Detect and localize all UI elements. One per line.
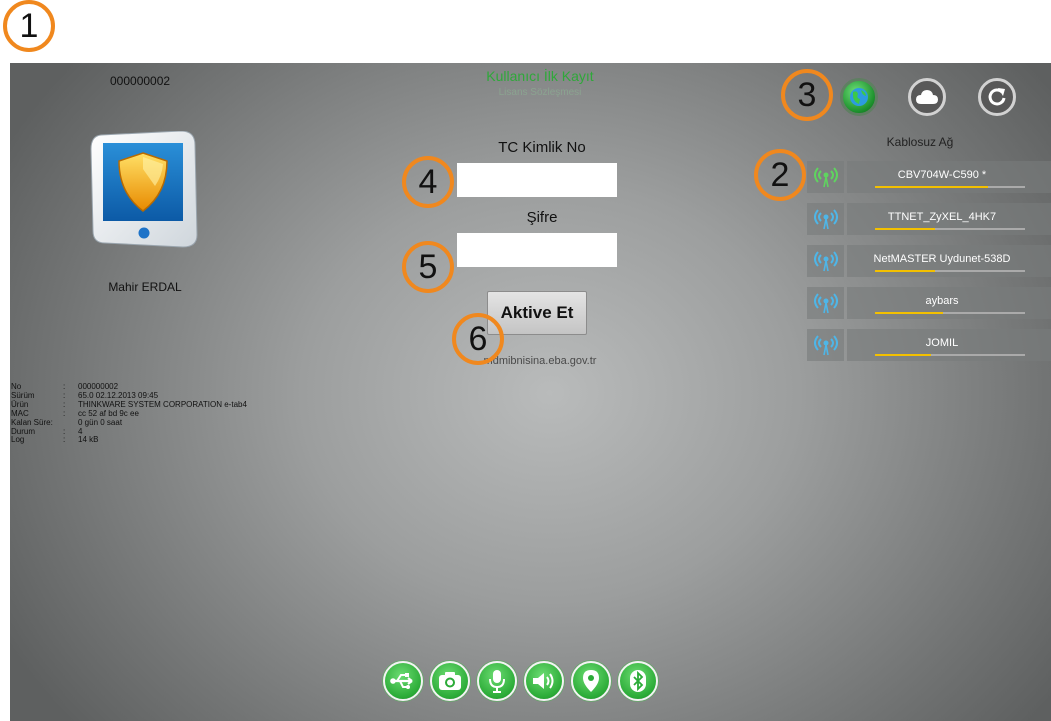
callout-2: 2 [754,149,806,201]
signal-strength-fill [875,354,931,356]
bottom-toolbar [383,661,658,701]
shield-tablet-icon [89,130,200,249]
wifi-network-item[interactable]: aybars [807,287,1051,319]
location-icon [583,670,599,692]
wifi-network-item[interactable]: JOMIL [807,329,1051,361]
speaker-icon [533,673,554,689]
app-screen: 000000002 Kullanıcı İlk Kayıt Lisans Söz… [10,63,1051,721]
cloud-icon [916,90,938,104]
info-key: Log [11,435,25,445]
wifi-network-box[interactable]: TTNET_ZyXEL_4HK7 [847,203,1051,235]
microphone-icon [489,670,505,693]
info-row: Kalan Süre: 0 gün 0 saat [11,417,247,428]
wifi-title: Kablosuz Ağ [886,135,954,149]
refresh-icon [988,88,1006,106]
signal-strength-bar [875,312,1025,314]
device-id: 000000002 [110,74,171,88]
signal-strength-fill [875,186,988,188]
usb-icon [390,673,413,689]
wifi-network-name: NetMASTER Uydunet-538D [873,253,1011,265]
info-value: 0 gün 0 saat [78,417,123,427]
signal-strength-bar [875,354,1025,356]
refresh-button[interactable] [978,78,1016,116]
page-title: Kullanıcı İlk Kayıt [486,68,594,84]
wifi-network-box[interactable]: NetMASTER Uydunet-538D [847,245,1051,277]
globe-icon [850,88,868,106]
info-value: 14 kB [78,435,99,445]
signal-strength-fill [875,312,943,314]
camera-icon [439,672,461,690]
wifi-network-name: CBV704W-C590 * [897,169,987,181]
globe-button[interactable] [840,78,878,116]
wifi-network-box[interactable]: JOMIL [847,329,1051,361]
wifi-network-box[interactable]: aybars [847,287,1051,319]
signal-strength-fill [875,228,935,230]
usb-button[interactable] [383,661,423,701]
callout-6: 6 [452,313,504,365]
wifi-network-name: JOMIL [925,337,959,349]
wifi-signal-icon [807,203,844,235]
tc-kimlik-input[interactable] [457,163,617,197]
camera-button[interactable] [430,661,470,701]
callout-3: 3 [781,69,833,121]
password-label: Şifre [526,209,558,226]
bluetooth-button[interactable] [618,661,658,701]
wifi-signal-icon [807,161,844,193]
location-button[interactable] [571,661,611,701]
wifi-signal-icon [807,287,844,319]
wifi-network-item[interactable]: TTNET_ZyXEL_4HK7 [807,203,1051,235]
page-subtitle: Lisans Sözleşmesi [498,87,582,98]
signal-strength-bar [875,186,1025,188]
tc-label: TC Kimlik No [498,139,586,156]
wifi-network-name: TTNET_ZyXEL_4HK7 [887,211,997,223]
callout-4: 4 [402,156,454,208]
wifi-network-box[interactable]: CBV704W-C590 * [847,161,1051,193]
wifi-network-item[interactable]: NetMASTER Uydunet-538D [807,245,1051,277]
callout-5: 5 [402,241,454,293]
wifi-network-item[interactable]: CBV704W-C590 * [807,161,1051,193]
cloud-button[interactable] [908,78,946,116]
user-name: Mahir ERDAL [108,280,182,294]
callout-1: 1 [3,0,55,52]
wifi-signal-icon [807,329,844,361]
wifi-network-name: aybars [925,295,959,307]
wifi-signal-icon [807,245,844,277]
microphone-button[interactable] [477,661,517,701]
info-row: Durum:4 [11,426,83,436]
signal-strength-bar [875,270,1025,272]
device-info-list: No:000000002 Sürüm:65.0 02.12.2013 09:45… [11,382,247,445]
signal-strength-bar [875,228,1025,230]
signal-strength-fill [875,270,935,272]
info-row: Log:14 kB [11,435,99,445]
bluetooth-icon [630,670,646,692]
speaker-button[interactable] [524,661,564,701]
password-input[interactable] [457,233,617,267]
